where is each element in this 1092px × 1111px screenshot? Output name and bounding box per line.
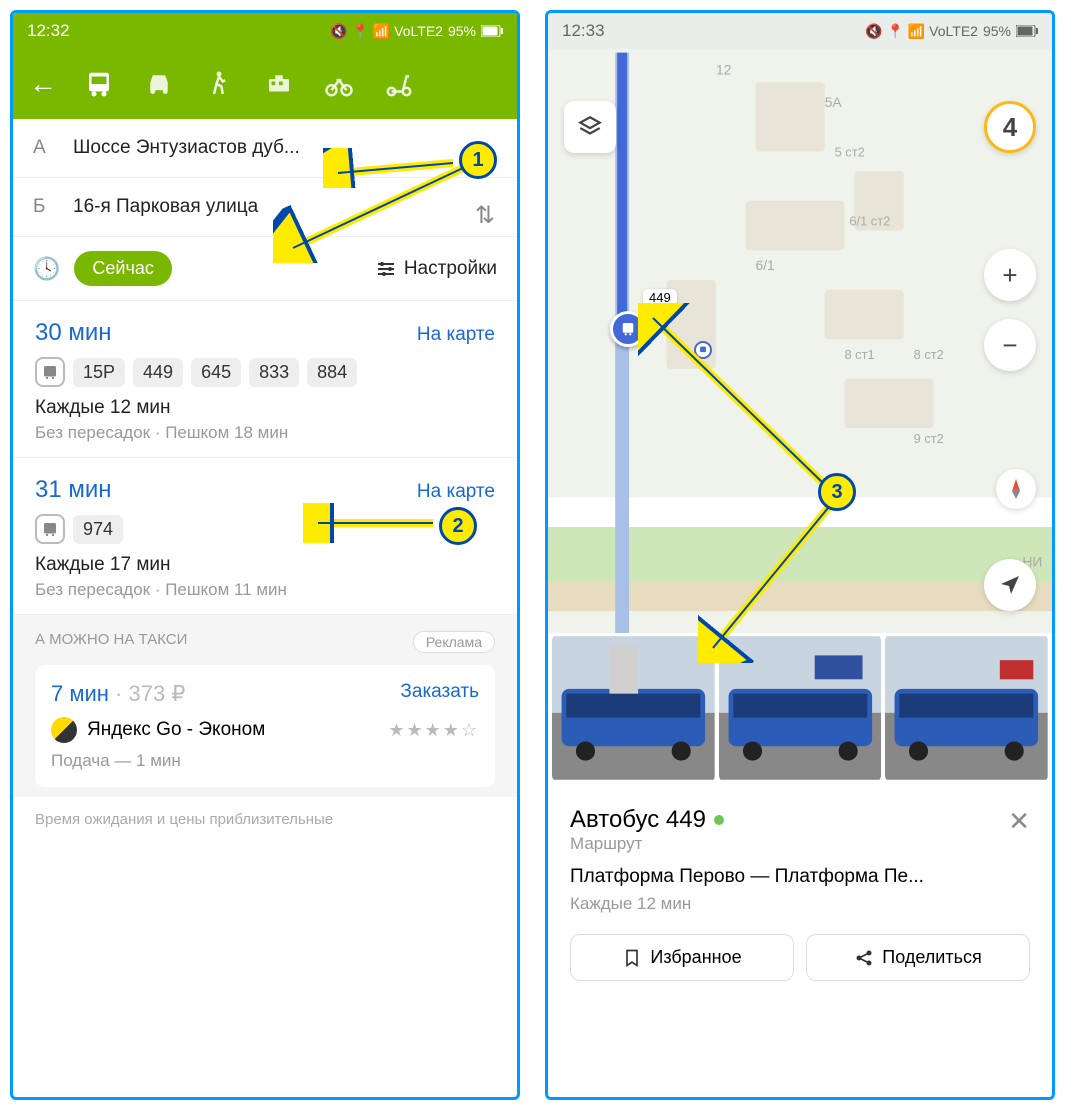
share-icon (854, 948, 874, 968)
taxi-header: А МОЖНО НА ТАКСИ (35, 631, 187, 653)
bus-tab[interactable] (81, 66, 117, 102)
taxi-card[interactable]: 7 мин · 373 ₽ Заказать Яндекс Go - Эконо… (35, 665, 495, 787)
favorite-button[interactable]: Избранное (570, 934, 794, 981)
car-tab[interactable] (141, 66, 177, 102)
yandex-go-icon (51, 717, 77, 743)
route-result-1[interactable]: 30 мин На карте 15Р 449 645 833 884 Кажд… (13, 301, 517, 458)
rating-stars: ★★★★☆ (388, 720, 479, 741)
battery-icon (481, 25, 503, 37)
detail-text: Без пересадок · Пешком 11 мин (35, 580, 495, 600)
battery-icon (1016, 25, 1038, 37)
order-link[interactable]: Заказать (400, 681, 479, 707)
svg-text:12: 12 (716, 61, 731, 77)
layers-button[interactable] (564, 101, 616, 153)
svg-text:9 ст2: 9 ст2 (914, 431, 944, 446)
back-button[interactable]: ← (29, 68, 57, 100)
annotation-arrow (303, 503, 443, 543)
card-frequency: Каждые 12 мин (570, 894, 1030, 914)
locate-button[interactable] (984, 559, 1036, 611)
svg-text:8 ст2: 8 ст2 (914, 347, 944, 362)
status-time: 12:33 (562, 21, 605, 41)
annotation-3: 3 (818, 473, 856, 511)
bus-icon (35, 357, 65, 387)
svg-text:8 ст1: 8 ст1 (844, 347, 874, 362)
on-map-link[interactable]: На карте (417, 481, 495, 503)
taxi-provider: Яндекс Go - Эконом (51, 717, 265, 743)
taxi-eta: Подача — 1 мин (51, 751, 479, 771)
compass-icon (1004, 477, 1028, 501)
notification-badge[interactable]: 4 (984, 101, 1036, 153)
disclaimer-text: Время ожидания и цены приблизительные (13, 797, 517, 842)
result-time: 30 мин (35, 319, 112, 347)
bus-numbers-row: 15Р 449 645 833 884 (35, 357, 495, 387)
annotation-arrow (638, 303, 838, 503)
annotation-1: 1 (459, 141, 497, 179)
svg-text:6/1 ст2: 6/1 ст2 (849, 214, 890, 229)
svg-text:5А: 5А (825, 94, 843, 110)
bus-photo[interactable] (552, 633, 715, 783)
on-map-link[interactable]: На карте (417, 324, 495, 346)
swap-icon[interactable]: ⇅ (475, 201, 495, 230)
annotation-arrow (273, 163, 473, 263)
ad-badge: Реклама (413, 631, 495, 653)
zoom-out-button[interactable]: − (984, 319, 1036, 371)
status-icons: 🔇 📍 📶 VoLTE2 95% (865, 23, 1038, 40)
status-icons: 🔇 📍 📶 VoLTE2 95% (330, 23, 503, 40)
phone-left: 12:32 🔇 📍 📶 VoLTE2 95% ← А Шоссе Энтузиа… (10, 10, 520, 1100)
svg-text:5 ст2: 5 ст2 (835, 144, 865, 159)
svg-text:6/1: 6/1 (756, 257, 776, 273)
annotation-arrow (698, 503, 838, 663)
transport-mode-tabs: ← (13, 49, 517, 119)
walk-tab[interactable] (201, 66, 237, 102)
taxi-tab[interactable] (261, 66, 297, 102)
card-title: Автобус 449 (570, 806, 1030, 834)
clock-icon: 🕓 (33, 256, 60, 282)
taxi-time-price: 7 мин · 373 ₽ (51, 681, 185, 707)
card-route-text: Платформа Перово — Платформа Пе... (570, 866, 1030, 888)
layers-icon (577, 114, 603, 140)
bus-icon (35, 514, 65, 544)
compass-button[interactable] (996, 469, 1036, 509)
status-bar: 12:32 🔇 📍 📶 VoLTE2 95% (13, 13, 517, 49)
status-bar: 12:33 🔇 📍 📶 VoLTE2 95% (548, 13, 1052, 49)
status-time: 12:32 (27, 21, 70, 41)
frequency-text: Каждые 17 мин (35, 554, 495, 576)
phone-right: 12:33 🔇 📍 📶 VoLTE2 95% 12 (545, 10, 1055, 1100)
frequency-text: Каждые 12 мин (35, 397, 495, 419)
bookmark-icon (622, 948, 642, 968)
bus-info-card: Автобус 449 ✕ Маршрут Платформа Перово —… (548, 788, 1052, 1097)
annotation-2: 2 (439, 507, 477, 545)
share-button[interactable]: Поделиться (806, 934, 1030, 981)
detail-text: Без пересадок · Пешком 18 мин (35, 423, 495, 443)
card-subtitle: Маршрут (570, 834, 1030, 854)
result-time: 31 мин (35, 476, 112, 504)
online-dot-icon (714, 815, 724, 825)
locate-icon (998, 573, 1022, 597)
bike-tab[interactable] (321, 66, 357, 102)
zoom-in-button[interactable]: + (984, 249, 1036, 301)
scooter-tab[interactable] (381, 66, 417, 102)
now-pill[interactable]: Сейчас (74, 251, 171, 286)
close-icon[interactable]: ✕ (1008, 806, 1030, 837)
bus-photo[interactable] (885, 633, 1048, 783)
taxi-section: А МОЖНО НА ТАКСИ Реклама 7 мин · 373 ₽ З… (13, 615, 517, 797)
